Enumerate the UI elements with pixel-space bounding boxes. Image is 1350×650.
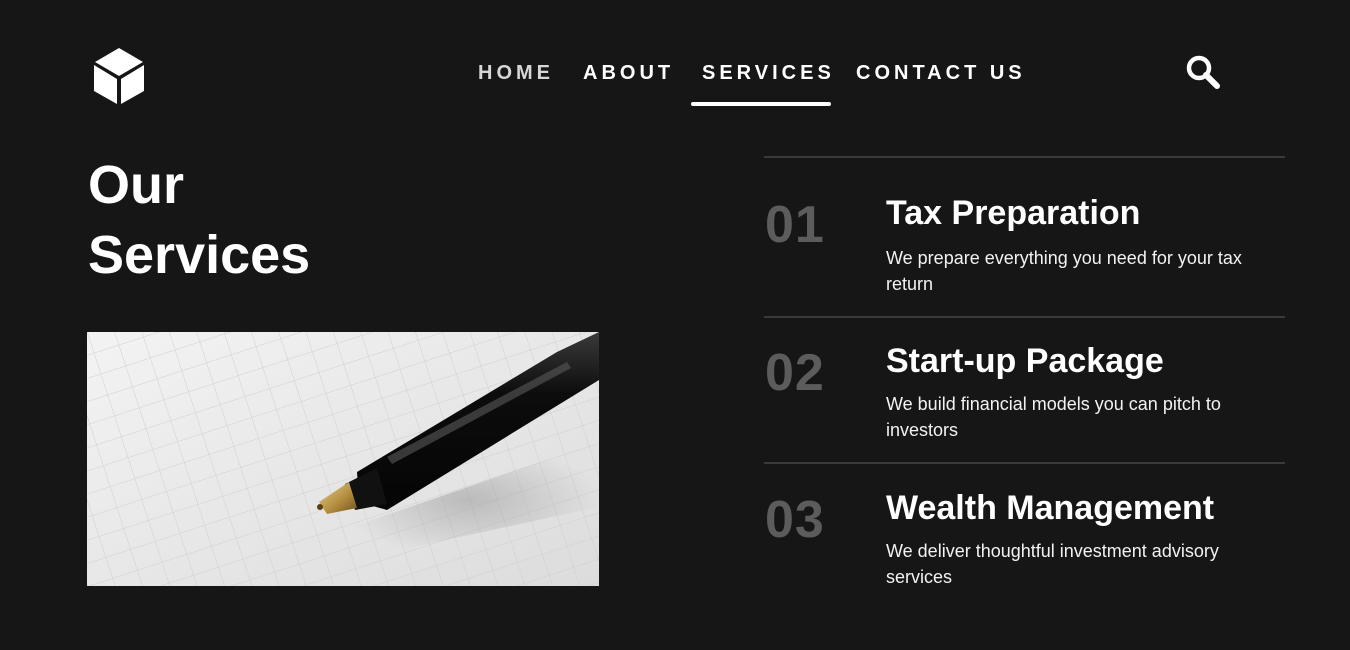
service-description: We prepare everything you need for your … xyxy=(886,248,1242,294)
divider xyxy=(764,316,1285,318)
nav-about-link[interactable]: ABOUT xyxy=(583,62,674,85)
pen-on-grid-paper-image xyxy=(87,332,599,586)
search-icon[interactable] xyxy=(1186,55,1222,91)
service-title[interactable]: Tax Preparation xyxy=(886,193,1140,233)
active-nav-underline xyxy=(691,102,831,106)
cube-logo-icon[interactable] xyxy=(92,46,146,106)
page-title-line1: Our xyxy=(88,155,185,215)
nav-home-link[interactable]: HOME xyxy=(478,62,554,85)
service-number: 01 xyxy=(765,196,825,254)
service-description: We deliver thoughtful investment advisor… xyxy=(886,541,1219,587)
nav-services-link[interactable]: SERVICES xyxy=(702,62,835,85)
service-title[interactable]: Start-up Package xyxy=(886,341,1164,381)
service-description: We build financial models you can pitch … xyxy=(886,394,1221,440)
page-title: Our Services xyxy=(88,150,310,290)
nav-contact-link[interactable]: CONTACT US xyxy=(856,62,1026,85)
service-title[interactable]: Wealth Management xyxy=(886,488,1214,528)
services-page: HOME ABOUT SERVICES CONTACT US Our Servi… xyxy=(0,0,1350,650)
divider xyxy=(764,462,1285,464)
service-number: 02 xyxy=(765,344,825,402)
page-title-line2: Services xyxy=(88,225,311,285)
divider xyxy=(764,156,1285,158)
service-number: 03 xyxy=(765,491,825,549)
